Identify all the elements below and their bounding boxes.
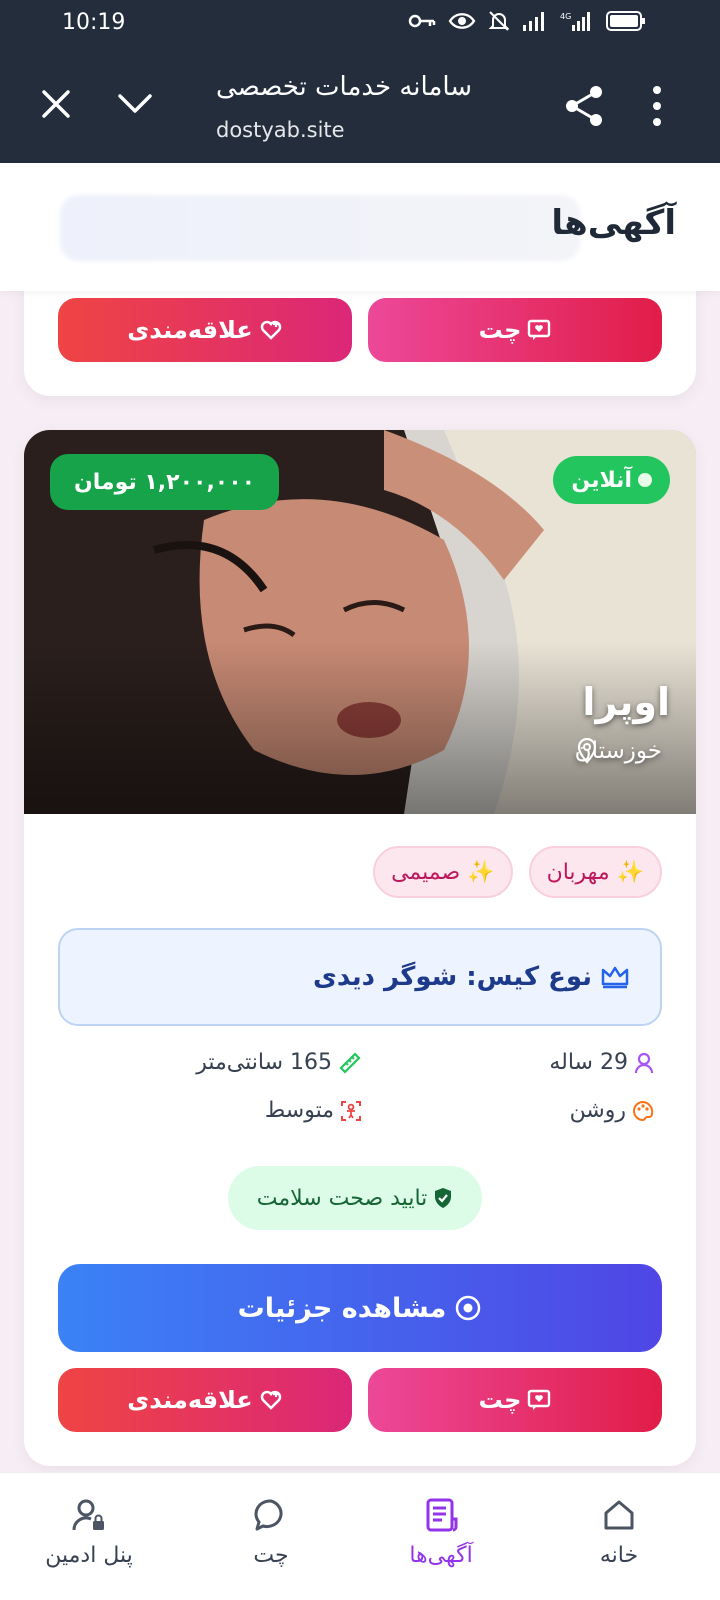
listing-card[interactable]: آنلاین ۱,۲۰۰,۰۰۰ تومان اوپرا خوزستان ✨ م…	[24, 430, 696, 1466]
nav-item-home[interactable]: خانه	[544, 1473, 694, 1600]
eye-icon	[448, 13, 476, 29]
ruler-icon	[339, 1051, 361, 1074]
nav-item-admin[interactable]: پنل ادمین	[14, 1473, 164, 1600]
document-icon	[426, 1498, 458, 1532]
height-info: 165 سانتی‌متر	[196, 1050, 362, 1075]
nav-item-chat[interactable]: چت	[196, 1473, 346, 1600]
case-type: نوع کیس: شوگر دیدی	[313, 962, 592, 992]
eye-circle-icon	[456, 1295, 481, 1321]
user-icon	[634, 1052, 654, 1073]
chat-button[interactable]: چت	[368, 298, 662, 362]
home-icon	[604, 1500, 634, 1530]
status-time: 10:19	[62, 10, 126, 35]
signal-icon	[523, 12, 544, 31]
nav-label-home: خانه	[599, 1543, 639, 1568]
share-icon[interactable]	[562, 84, 606, 128]
nav-label-admin: پنل ادمین	[45, 1543, 133, 1568]
page-header: آگهی‌ها	[0, 163, 720, 291]
favorite-label: علاقه‌مندی	[127, 316, 253, 344]
health-label: تایید صحت سلامت	[256, 1185, 428, 1211]
online-dot-icon	[638, 473, 652, 487]
svg-text:4G: 4G	[560, 12, 571, 21]
height-value: 165 سانتی‌متر	[196, 1050, 332, 1075]
page-title: آگهی‌ها	[551, 203, 676, 243]
profile-photo[interactable]: آنلاین ۱,۲۰۰,۰۰۰ تومان اوپرا خوزستان	[24, 430, 696, 814]
online-badge: آنلاین	[553, 456, 670, 504]
age-value: 29 ساله	[549, 1050, 628, 1075]
body-scan-icon	[341, 1100, 361, 1121]
action-row: علاقه‌مندی چت	[58, 298, 662, 362]
bottom-navigation: خانه آگهی‌ها چت پنل ادمین	[0, 1472, 720, 1600]
heart-plus-icon	[260, 320, 281, 340]
chat-label: چت	[478, 316, 522, 344]
trait-tag: ✨ صمیمی	[373, 846, 513, 898]
status-icons: 4G	[408, 10, 646, 32]
view-details-label: مشاهده جزئیات	[237, 1292, 447, 1324]
health-verified-badge: تایید صحت سلامت	[228, 1166, 482, 1230]
body-value: متوسط	[264, 1098, 334, 1123]
palette-icon	[633, 1100, 654, 1121]
user-lock-icon	[72, 1499, 104, 1531]
age-info: 29 ساله	[549, 1050, 654, 1075]
chat-heart-icon	[528, 319, 551, 340]
browser-page-title: سامانه خدمات تخصصی	[216, 72, 473, 102]
case-type-box: نوع کیس: شوگر دیدی	[58, 928, 662, 1026]
signal-4g-icon: 4G	[560, 12, 590, 31]
nav-label-ads: آگهی‌ها	[409, 1543, 473, 1568]
favorite-button[interactable]: علاقه‌مندی	[58, 1368, 352, 1432]
favorite-button[interactable]: علاقه‌مندی	[58, 298, 352, 362]
chat-label: چت	[478, 1386, 522, 1414]
browser-url[interactable]: dostyab.site	[216, 118, 345, 142]
nav-label-chat: چت	[253, 1543, 289, 1568]
chevron-down-icon[interactable]	[114, 84, 156, 124]
more-vertical-icon[interactable]	[648, 84, 666, 128]
skin-info: روشن	[570, 1098, 654, 1123]
browser-top-bar: 10:19 4G سامانه خدمات تخصصی dostyab.site	[0, 0, 720, 163]
nav-item-ads[interactable]: آگهی‌ها	[366, 1473, 516, 1600]
skin-value: روشن	[569, 1098, 626, 1123]
trait-tag: ✨ مهربان	[528, 846, 662, 898]
shield-check-icon	[435, 1188, 452, 1208]
bell-muted-icon	[488, 11, 510, 31]
trait-tags: ✨ مهربان ✨ صمیمی	[373, 846, 662, 898]
favorite-label: علاقه‌مندی	[127, 1386, 253, 1414]
battery-icon	[606, 11, 645, 31]
chat-button[interactable]: چت	[368, 1368, 662, 1432]
crown-icon	[601, 966, 629, 989]
view-details-button[interactable]: مشاهده جزئیات	[58, 1264, 662, 1352]
key-icon	[408, 14, 436, 28]
location: خوزستان	[575, 738, 662, 764]
body-info: متوسط	[265, 1098, 362, 1123]
close-icon[interactable]	[36, 84, 76, 124]
online-label: آنلاین	[571, 467, 632, 493]
chat-heart-icon	[528, 1389, 551, 1410]
price-badge: ۱,۲۰۰,۰۰۰ تومان	[50, 454, 280, 510]
heart-plus-icon	[260, 1390, 281, 1410]
location-pin-icon	[577, 738, 596, 764]
profile-name: اوپرا	[582, 680, 670, 724]
chat-bubble-icon	[254, 1499, 283, 1531]
action-row: علاقه‌مندی چت	[58, 1368, 662, 1432]
search-bar[interactable]	[60, 195, 580, 261]
